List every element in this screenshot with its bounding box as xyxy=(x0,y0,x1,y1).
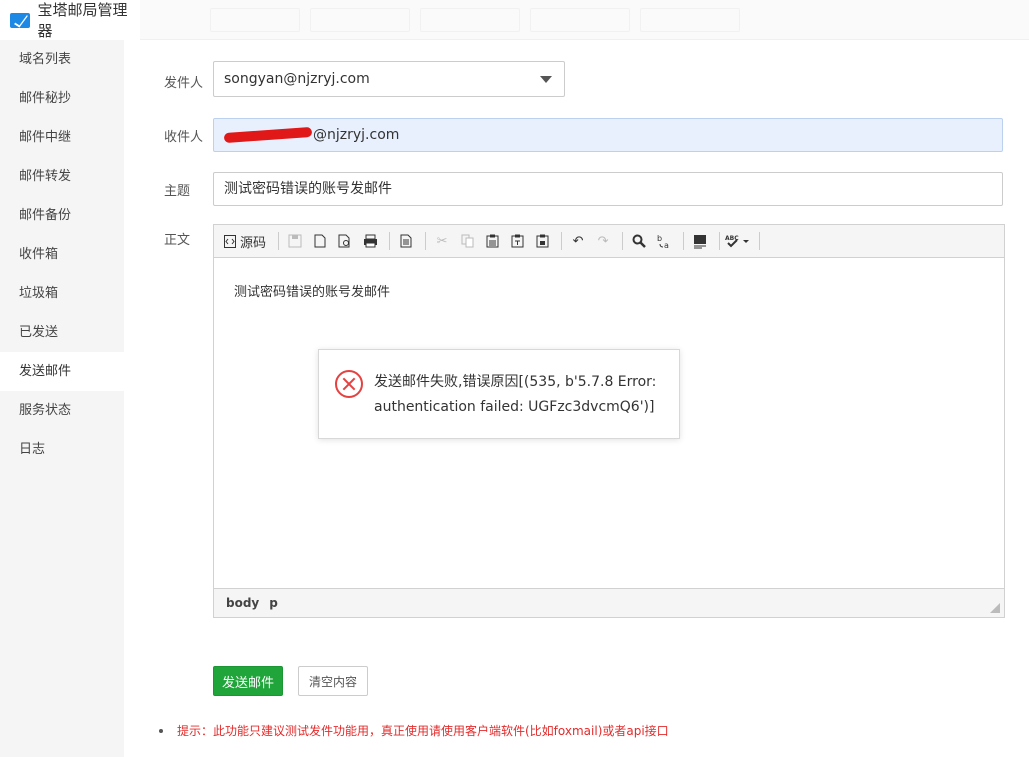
replace-icon[interactable]: ba xyxy=(653,230,675,252)
toolbar-separator xyxy=(759,232,761,250)
toolbar-separator xyxy=(683,232,685,250)
app-title: 宝塔邮局管理器 xyxy=(37,1,128,40)
preview-icon[interactable] xyxy=(334,230,356,252)
editor-toolbar: 源码 ✂ ↶ ↷ ba ABC xyxy=(214,225,1004,258)
background-tab xyxy=(530,8,630,32)
mail-icon xyxy=(10,12,30,28)
recipient-input[interactable]: @njzryj.com xyxy=(213,118,1003,152)
toolbar-separator xyxy=(389,232,391,250)
template-icon[interactable] xyxy=(395,230,417,252)
subject-input[interactable]: 测试密码错误的账号发邮件 xyxy=(213,172,1003,206)
new-page-icon[interactable] xyxy=(309,230,331,252)
toolbar-separator xyxy=(278,232,280,250)
sidebar-item-mail-backup[interactable]: 邮件备份 xyxy=(0,196,124,235)
sidebar-item-mail-bcc[interactable]: 邮件秘抄 xyxy=(0,79,124,118)
redaction-mark xyxy=(223,126,313,144)
toolbar-separator xyxy=(622,232,624,250)
background-tab xyxy=(640,8,740,32)
sender-value: songyan@njzryj.com xyxy=(224,71,370,87)
sidebar-item-sent[interactable]: 已发送 xyxy=(0,313,124,352)
sidebar-item-inbox[interactable]: 收件箱 xyxy=(0,235,124,274)
path-item-body[interactable]: body xyxy=(226,596,259,610)
hint-notice: 提示：此功能只建议测试发件功能用，真正使用请使用客户端软件(比如foxmail)… xyxy=(159,722,669,739)
svg-text:a: a xyxy=(664,241,669,249)
paste-icon[interactable] xyxy=(481,230,503,252)
sidebar-item-mail-relay[interactable]: 邮件中继 xyxy=(0,118,124,157)
sidebar-item-domain-list[interactable]: 域名列表 xyxy=(0,40,124,79)
path-item-p[interactable]: p xyxy=(269,596,278,610)
sender-select[interactable]: songyan@njzryj.com xyxy=(213,61,565,97)
sidebar-item-send-mail[interactable]: 发送邮件 xyxy=(0,352,124,391)
save-icon[interactable] xyxy=(284,230,306,252)
select-all-icon[interactable] xyxy=(689,230,711,252)
cut-icon[interactable]: ✂ xyxy=(431,230,453,252)
sidebar-item-spam[interactable]: 垃圾箱 xyxy=(0,274,124,313)
error-message: 发送邮件失败,错误原因[(535, b'5.7.8 Error: authent… xyxy=(374,374,657,415)
background-tab-strip xyxy=(140,0,1029,40)
source-icon xyxy=(224,234,236,248)
toolbar-separator xyxy=(425,232,427,250)
source-button[interactable]: 源码 xyxy=(220,230,270,252)
bullet-icon xyxy=(159,728,163,733)
editor-elements-path: body p xyxy=(214,588,1004,617)
editor-paragraph: 测试密码错误的账号发邮件 xyxy=(234,285,391,300)
app-titlebar: 宝塔邮局管理器 xyxy=(0,0,140,40)
spellcheck-icon[interactable]: ABC xyxy=(725,230,751,252)
redo-icon[interactable]: ↷ xyxy=(592,230,614,252)
error-circle-icon xyxy=(335,370,363,398)
chevron-down-icon xyxy=(540,76,552,83)
error-popup: 发送邮件失败,错误原因[(535, b'5.7.8 Error: authent… xyxy=(318,349,680,439)
svg-text:b: b xyxy=(657,234,662,243)
recipient-value: @njzryj.com xyxy=(313,127,400,143)
find-icon[interactable] xyxy=(628,230,650,252)
sidebar-item-mail-forward[interactable]: 邮件转发 xyxy=(0,157,124,196)
clear-content-button[interactable]: 清空内容 xyxy=(298,666,368,696)
source-label: 源码 xyxy=(240,235,267,251)
print-icon[interactable] xyxy=(359,230,381,252)
sidebar: 域名列表 邮件秘抄 邮件中继 邮件转发 邮件备份 收件箱 垃圾箱 已发送 发送邮… xyxy=(0,40,124,757)
subject-value: 测试密码错误的账号发邮件 xyxy=(224,181,392,197)
paste-text-icon[interactable] xyxy=(506,230,528,252)
background-tab xyxy=(420,8,520,32)
toolbar-separator xyxy=(719,232,721,250)
hint-text: 提示：此功能只建议测试发件功能用，真正使用请使用客户端软件(比如foxmail)… xyxy=(177,724,669,738)
sidebar-item-logs[interactable]: 日志 xyxy=(0,430,124,469)
paste-word-icon[interactable] xyxy=(531,230,553,252)
resize-grip-icon[interactable] xyxy=(990,603,1000,613)
sidebar-item-service-status[interactable]: 服务状态 xyxy=(0,391,124,430)
copy-icon[interactable] xyxy=(456,230,478,252)
send-mail-button[interactable]: 发送邮件 xyxy=(213,666,283,696)
background-tab xyxy=(210,8,300,32)
toolbar-separator xyxy=(561,232,563,250)
background-tab xyxy=(310,8,410,32)
undo-icon[interactable]: ↶ xyxy=(567,230,589,252)
